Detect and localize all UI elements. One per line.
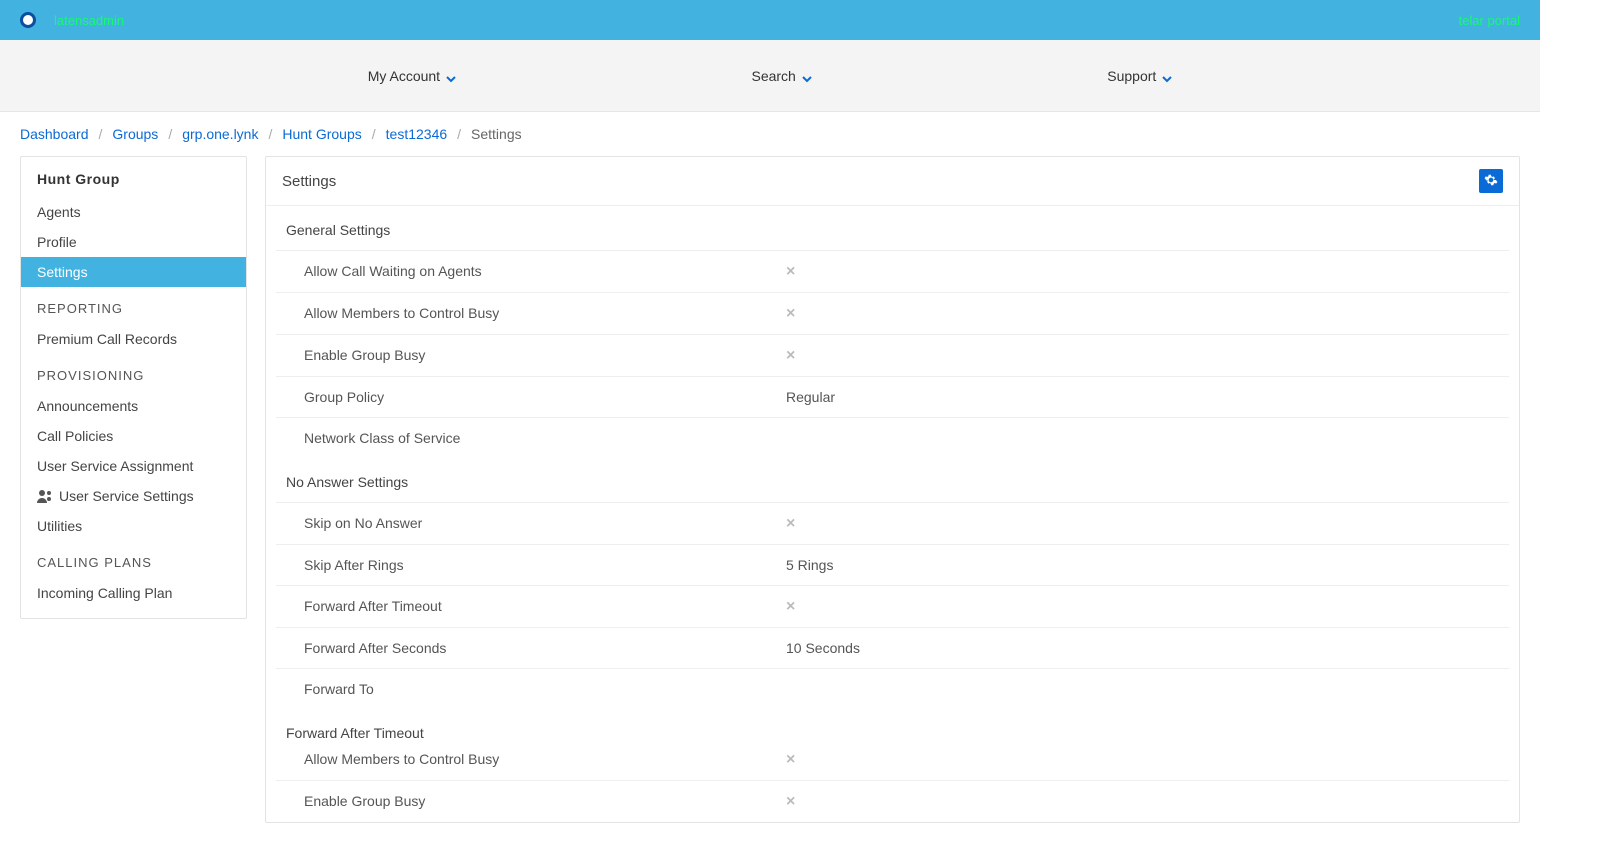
top-bar: latensadmin telar portal (0, 0, 1540, 40)
sidebar-title: Hunt Group (21, 157, 246, 197)
sidebar-item-announcements[interactable]: Announcements (21, 391, 246, 421)
row-label: Allow Call Waiting on Agents (296, 263, 786, 280)
row-fat-allow-members-busy: Allow Members to Control Busy × (276, 739, 1509, 780)
row-value (786, 430, 1489, 446)
row-fat-enable-group-busy: Enable Group Busy × (276, 780, 1509, 822)
brand-label: latensadmin (54, 13, 124, 28)
panel-title: Settings (282, 173, 336, 190)
x-icon: × (786, 751, 795, 768)
sidebar-item-premium-call-records[interactable]: Premium Call Records (21, 324, 246, 354)
crumb-sep: / (372, 126, 376, 142)
row-label: Group Policy (296, 389, 786, 405)
chevron-down-icon (1162, 71, 1172, 81)
sidebar-item-label: User Service Assignment (37, 458, 193, 474)
row-label: Forward After Timeout (296, 598, 786, 615)
nav-my-account[interactable]: My Account (368, 68, 456, 84)
crumb-group[interactable]: grp.one.lynk (182, 126, 258, 142)
secondary-nav: My Account Search Support (0, 40, 1540, 112)
row-label: Skip After Rings (296, 557, 786, 573)
crumb-huntgroups[interactable]: Hunt Groups (282, 126, 361, 142)
sidebar-item-profile[interactable]: Profile (21, 227, 246, 257)
row-label: Forward To (296, 681, 786, 697)
row-allow-call-waiting: Allow Call Waiting on Agents × (276, 250, 1509, 292)
crumb-groups[interactable]: Groups (112, 126, 158, 142)
sidebar-heading-provisioning: PROVISIONING (21, 354, 246, 391)
crumb-sep: / (268, 126, 272, 142)
sidebar-item-label: Agents (37, 204, 81, 220)
sidebar-item-call-policies[interactable]: Call Policies (21, 421, 246, 451)
chevron-down-icon (802, 71, 812, 81)
x-icon: × (786, 515, 795, 532)
row-skip-after-rings: Skip After Rings 5 Rings (276, 544, 1509, 585)
row-label: Allow Members to Control Busy (296, 305, 786, 322)
sidebar-item-settings[interactable]: Settings (21, 257, 246, 287)
x-icon: × (786, 305, 795, 322)
row-allow-members-busy: Allow Members to Control Busy × (276, 292, 1509, 334)
portal-link[interactable]: telar portal (1459, 13, 1520, 28)
gear-icon (1484, 173, 1498, 190)
row-enable-group-busy: Enable Group Busy × (276, 334, 1509, 376)
crumb-sep: / (457, 126, 461, 142)
row-value: 5 Rings (786, 557, 1489, 573)
row-value (786, 681, 1489, 697)
row-label: Network Class of Service (296, 430, 786, 446)
nav-search[interactable]: Search (751, 68, 811, 84)
row-skip-no-answer: Skip on No Answer × (276, 502, 1509, 544)
breadcrumb: Dashboard / Groups / grp.one.lynk / Hunt… (0, 112, 1540, 156)
row-ncos: Network Class of Service (276, 417, 1509, 458)
crumb-dashboard[interactable]: Dashboard (20, 126, 89, 142)
row-group-policy: Group Policy Regular (276, 376, 1509, 417)
nav-my-account-label: My Account (368, 68, 440, 84)
sidebar-heading-reporting: REPORTING (21, 287, 246, 324)
x-icon: × (786, 263, 795, 280)
section-fat-title: Forward After Timeout (266, 709, 1519, 743)
crumb-hg[interactable]: test12346 (386, 126, 448, 142)
section-no-answer-title: No Answer Settings (266, 458, 1519, 502)
row-label: Enable Group Busy (296, 793, 786, 810)
row-value: Regular (786, 389, 1489, 405)
sidebar-item-utilities[interactable]: Utilities (21, 511, 246, 541)
crumb-current: Settings (471, 126, 522, 142)
row-label: Allow Members to Control Busy (296, 751, 786, 768)
nav-search-label: Search (751, 68, 795, 84)
x-icon: × (786, 598, 795, 615)
sidebar-item-label: Utilities (37, 518, 82, 534)
row-fwd-after-timeout: Forward After Timeout × (276, 585, 1509, 627)
settings-gear-button[interactable] (1479, 169, 1503, 193)
row-label: Skip on No Answer (296, 515, 786, 532)
nav-support-label: Support (1107, 68, 1156, 84)
sidebar-item-label: Call Policies (37, 428, 113, 444)
crumb-sep: / (99, 126, 103, 142)
row-label: Enable Group Busy (296, 347, 786, 364)
user-settings-icon (37, 489, 53, 503)
sidebar-item-label: Profile (37, 234, 77, 250)
sidebar: Hunt Group Agents Profile Settings REPOR… (20, 156, 247, 619)
sidebar-item-user-service-assignment[interactable]: User Service Assignment (21, 451, 246, 481)
sidebar-item-incoming-calling-plan[interactable]: Incoming Calling Plan (21, 578, 246, 608)
sidebar-item-user-service-settings[interactable]: User Service Settings (21, 481, 246, 511)
settings-panel: Settings General Settings Allow Call Wai… (265, 156, 1520, 823)
x-icon: × (786, 793, 795, 810)
x-icon: × (786, 347, 795, 364)
sidebar-heading-calling-plans: CALLING PLANS (21, 541, 246, 578)
sidebar-item-label: Incoming Calling Plan (37, 585, 172, 601)
row-label: Forward After Seconds (296, 640, 786, 656)
sidebar-item-label: Announcements (37, 398, 138, 414)
sidebar-item-label: Premium Call Records (37, 331, 177, 347)
sidebar-item-label: Settings (37, 264, 88, 280)
section-general-title: General Settings (266, 206, 1519, 250)
nav-support[interactable]: Support (1107, 68, 1172, 84)
logo-icon (20, 12, 36, 28)
crumb-sep: / (168, 126, 172, 142)
sidebar-item-agents[interactable]: Agents (21, 197, 246, 227)
row-value: 10 Seconds (786, 640, 1489, 656)
row-fwd-to: Forward To (276, 668, 1509, 709)
chevron-down-icon (446, 71, 456, 81)
row-fwd-after-seconds: Forward After Seconds 10 Seconds (276, 627, 1509, 668)
sidebar-item-label: User Service Settings (59, 488, 194, 504)
